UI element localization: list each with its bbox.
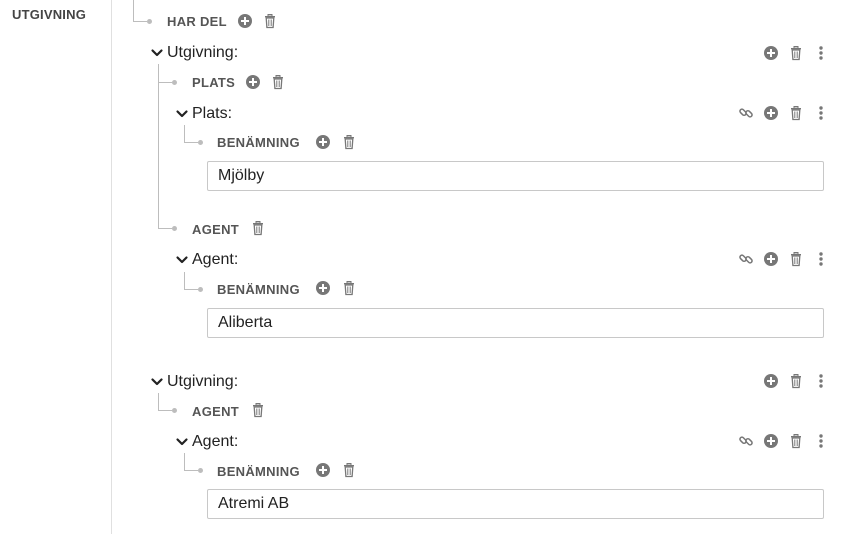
entity-title-plats[interactable]: Plats: [175,105,232,123]
tree-dot [172,80,177,85]
trash-icon[interactable] [341,462,357,478]
add-icon[interactable] [763,105,779,121]
property-label-agent: AGENT [192,222,239,237]
trash-icon[interactable] [262,13,278,29]
tree-line [184,289,198,290]
trash-icon[interactable] [270,74,286,90]
add-icon[interactable] [245,74,261,90]
property-label-har-del: HAR DEL [167,14,227,29]
entity-title-agent[interactable]: Agent: [175,251,238,269]
add-icon[interactable] [763,45,779,61]
link-icon[interactable] [738,433,754,449]
add-icon[interactable] [315,280,331,296]
entity-title-text: Agent: [192,433,239,450]
entity-title-utgivning[interactable]: Utgivning: [150,373,238,391]
chevron-down-icon[interactable] [175,107,189,121]
chevron-down-icon[interactable] [175,435,189,449]
property-label-benamning: BENÄMNING [217,282,300,297]
trash-icon[interactable] [250,220,266,236]
trash-icon[interactable] [788,433,804,449]
entity-title-text: Plats: [192,105,233,122]
tree-line [158,410,172,411]
entity-title-utgivning[interactable]: Utgivning: [150,44,238,62]
trash-icon[interactable] [788,251,804,267]
property-label-benamning: BENÄMNING [217,464,300,479]
tree-dot [172,226,177,231]
tree-line [184,125,185,142]
benamning-input[interactable] [207,489,824,519]
left-column: UTGIVNING [0,0,112,534]
trash-icon[interactable] [788,105,804,121]
benamning-input[interactable] [207,161,824,191]
add-icon[interactable] [763,373,779,389]
tree-line [158,82,172,83]
tree-line [133,0,134,21]
add-icon[interactable] [763,433,779,449]
tree-dot [147,19,152,24]
tree-dot [172,408,177,413]
trash-icon[interactable] [341,280,357,296]
entity-title-text: Agent: [192,251,239,268]
property-label-benamning: BENÄMNING [217,135,300,150]
add-icon[interactable] [237,13,253,29]
entity-title-agent[interactable]: Agent: [175,433,238,451]
link-icon[interactable] [738,105,754,121]
entity-title-text: Utgivning: [167,44,239,61]
tree-line [184,453,185,470]
more-vertical-icon[interactable] [813,105,829,121]
tree-line [184,470,198,471]
chevron-down-icon[interactable] [150,375,164,389]
tree-dot [198,287,203,292]
tree-line [184,142,198,143]
section-label: UTGIVNING [12,7,87,22]
tree-line [158,228,172,229]
more-vertical-icon[interactable] [813,373,829,389]
tree-line [158,64,159,228]
more-vertical-icon[interactable] [813,433,829,449]
add-icon[interactable] [315,462,331,478]
entity-title-text: Utgivning: [167,373,239,390]
trash-icon[interactable] [788,373,804,389]
tree-line [184,272,185,289]
benamning-input[interactable] [207,308,824,338]
tree-dot [198,468,203,473]
property-label-agent: AGENT [192,404,239,419]
link-icon[interactable] [738,251,754,267]
tree-dot [198,140,203,145]
chevron-down-icon[interactable] [175,253,189,267]
add-icon[interactable] [763,251,779,267]
trash-icon[interactable] [788,45,804,61]
tree-line [158,393,159,410]
more-vertical-icon[interactable] [813,45,829,61]
tree-line [133,21,147,22]
property-label-plats: PLATS [192,75,236,90]
chevron-down-icon[interactable] [150,46,164,60]
trash-icon[interactable] [250,402,266,418]
more-vertical-icon[interactable] [813,251,829,267]
add-icon[interactable] [315,134,331,150]
trash-icon[interactable] [341,134,357,150]
